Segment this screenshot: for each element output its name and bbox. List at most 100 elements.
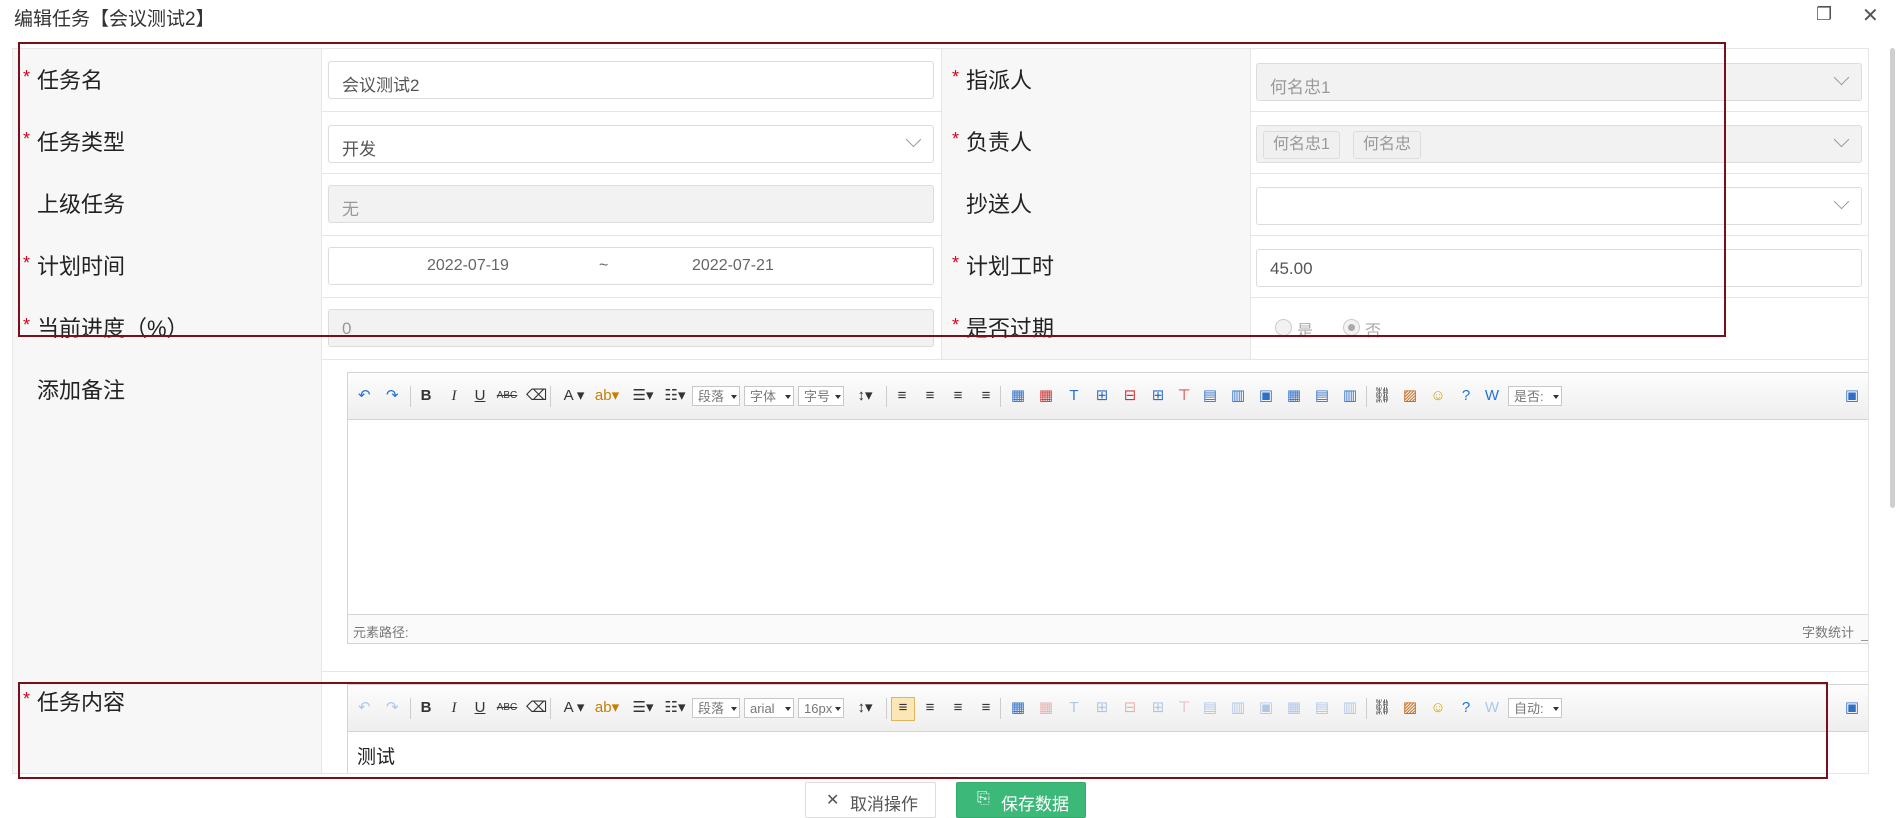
help-icon[interactable]: ? bbox=[1456, 386, 1476, 406]
plan-start-date[interactable]: 2022-07-19 bbox=[427, 257, 509, 275]
bold-icon[interactable]: B bbox=[418, 386, 434, 406]
ordered-list-icon[interactable]: ☰▾ bbox=[628, 698, 658, 718]
unordered-list-icon[interactable]: ☷▾ bbox=[660, 698, 690, 718]
underline-icon[interactable]: U bbox=[472, 386, 488, 406]
merge-cells-icon[interactable]: ▤ bbox=[1200, 698, 1220, 718]
strikethrough-icon[interactable]: ABC bbox=[496, 386, 518, 406]
link-icon[interactable]: ⛓ bbox=[1372, 698, 1392, 718]
highlight-color-icon[interactable]: ab▾ bbox=[592, 698, 622, 718]
bold-icon[interactable]: B bbox=[418, 698, 434, 718]
task-name-input[interactable]: 会议测试2 bbox=[328, 61, 934, 99]
underline-icon[interactable]: U bbox=[472, 698, 488, 718]
font-family-select[interactable]: arial bbox=[744, 698, 794, 718]
scrollbar[interactable] bbox=[1890, 48, 1895, 508]
table-title-icon[interactable]: T bbox=[1064, 698, 1084, 718]
italic-icon[interactable]: I bbox=[446, 386, 462, 406]
paragraph-select[interactable]: 段落 bbox=[692, 698, 740, 718]
cancel-button[interactable]: ✕ 取消操作 bbox=[805, 782, 936, 818]
split-cols-icon[interactable]: ▥ bbox=[1340, 386, 1360, 406]
undo-icon[interactable]: ↶ bbox=[358, 698, 371, 718]
link-icon[interactable]: ⛓ bbox=[1372, 386, 1392, 406]
remark-edit-area[interactable] bbox=[348, 420, 1868, 614]
plan-end-date[interactable]: 2022-07-21 bbox=[692, 257, 774, 275]
redo-icon[interactable]: ↷ bbox=[386, 386, 399, 406]
task-type-select[interactable]: 开发 bbox=[328, 125, 934, 163]
align-right-icon[interactable]: ≡ bbox=[948, 698, 968, 718]
merge-cells-icon[interactable]: ▤ bbox=[1200, 386, 1220, 406]
font-family-select[interactable]: 字体 bbox=[744, 386, 794, 406]
line-height-icon[interactable]: ↕▾ bbox=[850, 386, 880, 406]
parent-task-input[interactable]: 无 bbox=[328, 185, 934, 223]
font-color-icon[interactable]: A ▾ bbox=[560, 386, 588, 406]
image-icon[interactable]: ▨ bbox=[1400, 698, 1420, 718]
overdue-yes-radio[interactable] bbox=[1275, 319, 1292, 336]
insert-table-icon[interactable]: ▦ bbox=[1008, 386, 1028, 406]
delete-table-icon[interactable]: ▦ bbox=[1036, 698, 1056, 718]
split-rows-icon[interactable]: ▤ bbox=[1312, 698, 1332, 718]
overdue-no-radio[interactable] bbox=[1343, 319, 1360, 336]
merge-down-icon[interactable]: ▣ bbox=[1256, 386, 1276, 406]
image-icon[interactable]: ▨ bbox=[1400, 386, 1420, 406]
insert-row-icon[interactable]: ⊞ bbox=[1092, 698, 1112, 718]
undo-icon[interactable]: ↶ bbox=[358, 386, 371, 406]
align-left-icon[interactable]: ≡ bbox=[892, 386, 912, 406]
word-import-icon[interactable]: W bbox=[1482, 386, 1502, 406]
plan-time-range-picker[interactable]: 2022-07-19 ~ 2022-07-21 bbox=[328, 247, 934, 285]
cc-select[interactable] bbox=[1256, 187, 1862, 225]
insert-col-icon[interactable]: ⊞ bbox=[1148, 698, 1168, 718]
align-justify-icon[interactable]: ≡ bbox=[976, 698, 996, 718]
font-size-select[interactable]: 16px bbox=[798, 698, 844, 718]
content-edit-area[interactable]: 测试 bbox=[348, 732, 1868, 773]
delete-row-icon[interactable]: ⊟ bbox=[1120, 698, 1140, 718]
align-justify-icon[interactable]: ≡ bbox=[976, 386, 996, 406]
eraser-icon[interactable]: ⌫ bbox=[526, 386, 547, 406]
align-center-icon[interactable]: ≡ bbox=[920, 386, 940, 406]
progress-input[interactable]: 0 bbox=[328, 309, 934, 347]
assigner-select[interactable]: 何名忠1 bbox=[1256, 63, 1862, 101]
strikethrough-icon[interactable]: ABC bbox=[496, 698, 518, 718]
align-center-icon[interactable]: ≡ bbox=[920, 698, 940, 718]
split-cols-icon[interactable]: ▥ bbox=[1340, 698, 1360, 718]
font-size-select[interactable]: 字号 bbox=[798, 386, 844, 406]
insert-table-icon[interactable]: ▦ bbox=[1008, 698, 1028, 718]
resize-handle[interactable] bbox=[1861, 632, 1868, 641]
table-title-icon[interactable]: T bbox=[1064, 386, 1084, 406]
help-icon[interactable]: ? bbox=[1456, 698, 1476, 718]
emoji-icon[interactable]: ☺ bbox=[1428, 386, 1448, 406]
auto-format-select[interactable]: 是否: bbox=[1508, 386, 1562, 406]
split-cells-icon[interactable]: ▦ bbox=[1284, 386, 1304, 406]
line-height-icon[interactable]: ↕▾ bbox=[850, 698, 880, 718]
emoji-icon[interactable]: ☺ bbox=[1428, 698, 1448, 718]
align-right-icon[interactable]: ≡ bbox=[948, 386, 968, 406]
unordered-list-icon[interactable]: ☷▾ bbox=[660, 386, 690, 406]
save-button[interactable]: ⎘ 保存数据 bbox=[956, 782, 1086, 818]
merge-down-icon[interactable]: ▣ bbox=[1256, 698, 1276, 718]
italic-icon[interactable]: I bbox=[446, 698, 462, 718]
restore-icon[interactable]: ❐ bbox=[1816, 4, 1832, 25]
delete-col-icon[interactable]: ⊤ bbox=[1174, 698, 1194, 718]
font-color-icon[interactable]: A ▾ bbox=[560, 698, 588, 718]
redo-icon[interactable]: ↷ bbox=[386, 698, 399, 718]
merge-right-icon[interactable]: ▥ bbox=[1228, 386, 1248, 406]
merge-right-icon[interactable]: ▥ bbox=[1228, 698, 1248, 718]
owner-multiselect[interactable]: 何名忠1 何名忠 bbox=[1256, 125, 1862, 163]
progress-label-cell: * 当前进度（%） bbox=[13, 297, 322, 359]
insert-col-icon[interactable]: ⊞ bbox=[1148, 386, 1168, 406]
align-left-icon[interactable]: ≡ bbox=[891, 697, 915, 721]
plan-hours-input[interactable]: 45.00 bbox=[1256, 249, 1862, 287]
eraser-icon[interactable]: ⌫ bbox=[526, 698, 547, 718]
paragraph-select[interactable]: 段落 bbox=[692, 386, 740, 406]
word-import-icon[interactable]: W bbox=[1482, 698, 1502, 718]
insert-row-icon[interactable]: ⊞ bbox=[1092, 386, 1112, 406]
fullscreen-icon[interactable]: ▣ bbox=[1842, 698, 1862, 718]
delete-row-icon[interactable]: ⊟ bbox=[1120, 386, 1140, 406]
split-rows-icon[interactable]: ▤ bbox=[1312, 386, 1332, 406]
fullscreen-icon[interactable]: ▣ bbox=[1842, 386, 1862, 406]
close-icon[interactable]: ✕ bbox=[1862, 3, 1879, 28]
split-cells-icon[interactable]: ▦ bbox=[1284, 698, 1304, 718]
highlight-color-icon[interactable]: ab▾ bbox=[592, 386, 622, 406]
auto-format-select[interactable]: 自动: bbox=[1508, 698, 1562, 718]
delete-table-icon[interactable]: ▦ bbox=[1036, 386, 1056, 406]
ordered-list-icon[interactable]: ☰▾ bbox=[628, 386, 658, 406]
delete-col-icon[interactable]: ⊤ bbox=[1174, 386, 1194, 406]
